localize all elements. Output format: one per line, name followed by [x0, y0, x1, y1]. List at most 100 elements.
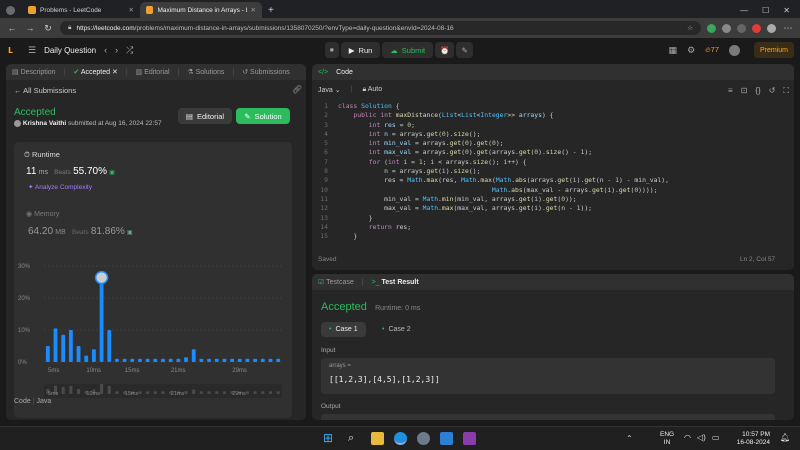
back-icon[interactable]: ←	[6, 23, 18, 33]
settings-icon[interactable]: ⚙	[687, 45, 695, 56]
tab-submissions[interactable]: ↺ Submissions	[242, 68, 290, 76]
shuffle-icon[interactable]: ⤮	[126, 45, 133, 56]
format-icon[interactable]: ≡	[728, 86, 733, 96]
code-line[interactable]: 13 }	[316, 214, 786, 223]
code-token: Math	[422, 204, 439, 213]
reset-icon[interactable]: ↺	[769, 86, 776, 96]
profile-avatar[interactable]	[767, 23, 776, 33]
code-line[interactable]: 11 min_val = Math.min(min_val, arrays.ge…	[316, 195, 786, 204]
code-line[interactable]: 9 res = Math.max(res, Math.max(Math.abs(…	[316, 176, 786, 185]
window-close-icon[interactable]: ✕	[783, 6, 790, 15]
next-problem-icon[interactable]: ›	[115, 45, 118, 55]
code-line[interactable]: 15 }	[316, 232, 786, 241]
tab-editorial[interactable]: ▥ Editorial	[136, 68, 170, 76]
system-tray[interactable]: ◠ ◁) ▭	[684, 433, 719, 442]
chart-bar	[76, 346, 81, 362]
analyze-complexity-link[interactable]: ✦ Analyze Complexity	[28, 183, 92, 191]
close-icon[interactable]: ✕	[251, 6, 256, 14]
all-submissions-link[interactable]: ← All Submissions	[14, 86, 76, 95]
forward-icon[interactable]: →	[24, 23, 36, 33]
prev-problem-icon[interactable]: ‹	[104, 45, 107, 55]
premium-button[interactable]: Premium	[754, 42, 795, 58]
extension-icon[interactable]	[707, 23, 716, 33]
language-indicator[interactable]: ENG IN	[660, 431, 674, 447]
url-input[interactable]: 🔒︎ https://leetcode.com/problems/maximum…	[60, 21, 701, 35]
settings-app-icon[interactable]	[417, 432, 430, 445]
windows-start-icon[interactable]: ⊞	[323, 432, 336, 445]
maximize-icon[interactable]: ☐	[762, 6, 769, 15]
code-line[interactable]: 14 return res;	[316, 223, 786, 232]
editorial-button[interactable]: ▤ Editorial	[178, 108, 232, 124]
app-icon[interactable]	[463, 432, 476, 445]
case-1-tab[interactable]: • Case 1	[321, 322, 366, 337]
code-line[interactable]: 12 max_val = Math.max(max_val, arrays.ge…	[316, 204, 786, 213]
overview-bar	[207, 391, 211, 394]
search-icon[interactable]: ⌕	[348, 432, 361, 445]
code-token: = arrays.	[411, 148, 450, 157]
extension-icon[interactable]	[722, 23, 731, 33]
test-result-panel: ☑ Testcase | >_ Test Result Accepted Run…	[312, 274, 794, 420]
clock[interactable]: 10:57 PM 16-08-2024	[730, 431, 770, 447]
code-line[interactable]: 4 int n = arrays.get(0).size();	[316, 130, 786, 139]
code-line[interactable]: 10 Math.abs(max_val - arrays.get(i).get(…	[316, 186, 786, 195]
memory-stats[interactable]: 64.20 MB Beats 81.86% ▣	[28, 226, 133, 237]
code-token: ) {	[541, 111, 554, 120]
code-line[interactable]: 1 class Solution {	[316, 102, 786, 111]
code-panel: </> Code Java ⌄ | 🔒︎ Auto ≡ ⊡ {} ↺ ⛶ 1 cl…	[312, 64, 794, 270]
minimize-icon[interactable]: —	[740, 6, 748, 15]
language-select[interactable]: Java ⌄	[318, 86, 341, 94]
tab-solutions[interactable]: ⚗ Solutions	[187, 68, 224, 76]
user-avatar[interactable]	[729, 44, 740, 56]
vscode-icon[interactable]	[440, 432, 453, 445]
vertical-splitter[interactable]	[308, 64, 311, 420]
code-line[interactable]: 2 public int maxDistance(List<List<Integ…	[316, 111, 786, 120]
reload-icon[interactable]: ↻	[42, 23, 54, 34]
tab-description[interactable]: ▤ Description	[12, 68, 56, 76]
code-line[interactable]: 7 for (int i = 1; i < arrays.size(); i++…	[316, 158, 786, 167]
notification-icon[interactable]: 🔔︎	[780, 433, 790, 442]
extension-icon[interactable]	[752, 23, 761, 33]
tab-accepted[interactable]: ✔ Accepted ✕	[73, 68, 117, 76]
run-button[interactable]: ▶ Run	[340, 42, 381, 58]
case-2-tab[interactable]: • Case 2	[374, 322, 419, 337]
daily-question-link[interactable]: Daily Question	[44, 46, 96, 55]
tab-test-result[interactable]: >_ Test Result	[372, 279, 419, 286]
browser-tab-active[interactable]: Maximum Distance in Arrays - Le ✕	[140, 2, 262, 18]
note-button[interactable]: ⏰	[435, 42, 455, 58]
problem-list-icon[interactable]: ☰	[28, 45, 36, 56]
tab-testcase[interactable]: ☑ Testcase	[318, 278, 354, 286]
code-token: maxDistance	[395, 111, 439, 120]
star-icon[interactable]: ☆	[687, 24, 693, 32]
code-line[interactable]: 3 int res = 0;	[316, 121, 786, 130]
new-tab-button[interactable]: +	[262, 2, 280, 18]
runtime-stats[interactable]: 11 ms Beats 55.70% ▣	[26, 166, 115, 177]
fullscreen-icon[interactable]: ⛶	[783, 86, 789, 96]
auto-mode-toggle[interactable]: 🔒︎ Auto	[362, 86, 382, 94]
more-icon[interactable]: ⋯	[782, 23, 794, 34]
file-explorer-icon[interactable]	[371, 432, 384, 445]
code-line[interactable]: 5 int min_val = arrays.get(0).get(0);	[316, 139, 786, 148]
code-editor[interactable]: 1 class Solution {2 public int maxDistanc…	[316, 102, 786, 241]
code-token: (i).	[530, 204, 546, 213]
code-line[interactable]: 6 int max_val = arrays.get(0).get(arrays…	[316, 148, 786, 157]
extension-icon[interactable]	[737, 23, 746, 33]
solution-button[interactable]: ✎ Solution	[236, 108, 290, 124]
streak-counter[interactable]: 🔥︎77	[705, 45, 719, 55]
code-line[interactable]: 8 n = arrays.get(i).size();	[316, 167, 786, 176]
braces-icon[interactable]: {}	[755, 86, 760, 96]
submit-button[interactable]: ☁ Submit	[382, 42, 434, 58]
bookmark-icon[interactable]: ⊡	[741, 86, 748, 96]
leetcode-logo-icon[interactable]: ʟ	[8, 44, 20, 56]
browser-profile-icon[interactable]	[0, 2, 22, 18]
share-link-icon[interactable]: 🔗︎	[292, 85, 302, 94]
runtime-header: ⏱ Runtime	[24, 150, 60, 159]
tray-chevron-icon[interactable]: ⌃	[626, 434, 633, 443]
debug-button[interactable]: ⏹	[325, 42, 339, 58]
edge-browser-icon[interactable]	[394, 432, 407, 445]
layout-icon[interactable]: ▦	[669, 45, 678, 56]
browser-tab-problems[interactable]: Problems - LeetCode ✕	[22, 2, 140, 18]
notes-icon[interactable]: ✎	[456, 42, 473, 58]
memory-header[interactable]: ◉ Memory	[26, 210, 59, 218]
close-icon[interactable]: ✕	[129, 6, 134, 14]
